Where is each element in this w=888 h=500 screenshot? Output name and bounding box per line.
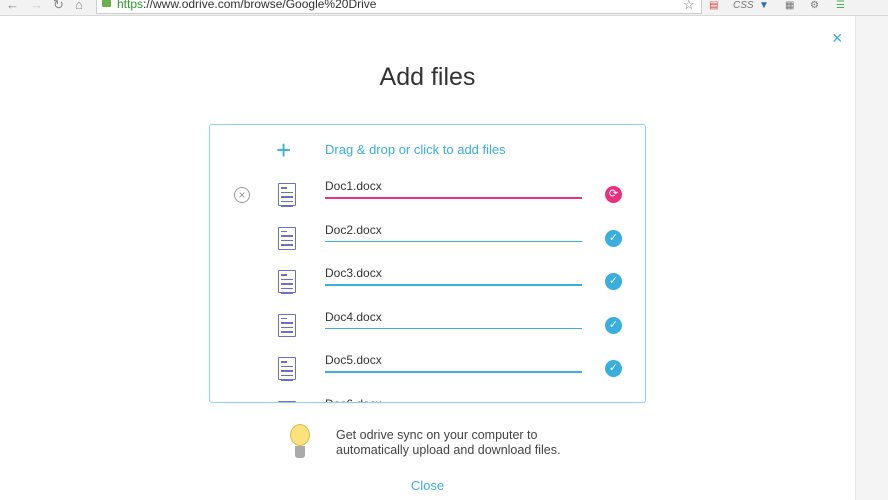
download-extension-icon[interactable]: ▼	[759, 0, 769, 11]
address-bar[interactable]: https://www.odrive.com/browse/Google%20D…	[96, 0, 702, 14]
file-drop-zone[interactable]: + Drag & drop or click to add files × Doc…	[209, 124, 646, 403]
file-name: Doc6.docx	[325, 397, 382, 403]
close-button[interactable]: Close	[0, 478, 855, 493]
forward-icon[interactable]: →	[30, 0, 43, 12]
check-icon: ✓	[605, 229, 622, 247]
file-row: Doc3.docx ✓	[210, 266, 645, 318]
progress-line	[325, 371, 582, 373]
file-row: × Doc1.docx ⟳	[210, 179, 645, 231]
document-icon	[278, 270, 296, 294]
progress-line	[325, 284, 582, 286]
document-icon	[278, 183, 296, 207]
progress-line	[325, 197, 582, 199]
lightbulb-base	[295, 446, 305, 458]
check-icon: ✓	[605, 316, 622, 334]
close-icon[interactable]: ×	[832, 28, 843, 49]
back-icon[interactable]: ←	[6, 0, 19, 12]
page-title: Add files	[379, 63, 476, 91]
file-name: Doc4.docx	[325, 309, 382, 324]
file-row: Doc5.docx ✓	[210, 353, 645, 402]
lock-icon	[102, 0, 111, 7]
document-icon	[278, 357, 296, 381]
check-icon: ✓	[605, 360, 622, 377]
check-icon: ✓	[605, 273, 622, 290]
extension-icon[interactable]: ▦	[785, 0, 794, 11]
document-icon	[278, 226, 296, 250]
file-row: Doc4.docx ✓	[210, 310, 645, 362]
browser-toolbar: ← → ↻ ⌂ https://www.odrive.com/browse/Go…	[0, 0, 888, 16]
file-row: Doc2.docx ✓	[210, 223, 645, 275]
css-extension-icon[interactable]: CSS	[733, 0, 754, 11]
settings-gear-icon[interactable]: ⚙	[810, 0, 819, 11]
menu-icon[interactable]: ☰	[836, 0, 845, 11]
file-name: Doc5.docx	[325, 353, 382, 367]
home-icon[interactable]: ⌂	[75, 0, 83, 12]
remove-icon[interactable]: ×	[234, 187, 250, 203]
calendar-extension-icon[interactable]: ▤	[709, 0, 718, 11]
progress-line	[325, 327, 582, 329]
reload-icon[interactable]: ↻	[53, 0, 64, 13]
sync-tip: Get odrive sync on your computer to autom…	[336, 428, 561, 457]
file-name: Doc2.docx	[325, 222, 382, 237]
scrollbar[interactable]	[855, 16, 888, 500]
plus-icon[interactable]: +	[276, 137, 291, 163]
sync-icon: ⟳	[605, 186, 622, 203]
add-files-link[interactable]: Drag & drop or click to add files	[325, 142, 506, 157]
progress-line	[325, 240, 582, 242]
file-name: Doc3.docx	[325, 266, 382, 280]
star-icon[interactable]: ☆	[683, 0, 695, 13]
file-name: Doc1.docx	[325, 179, 382, 193]
document-icon	[278, 313, 296, 337]
document-icon	[278, 400, 296, 402]
lightbulb-icon	[290, 424, 310, 446]
